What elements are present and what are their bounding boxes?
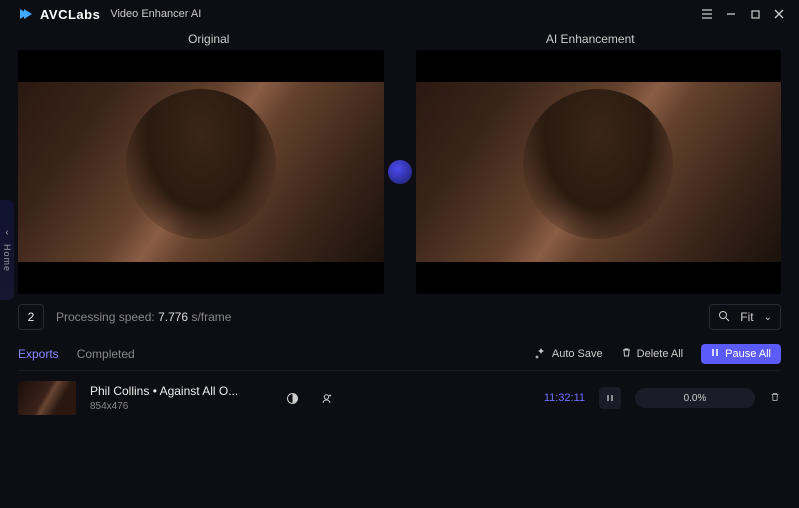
compare-header: Original AI Enhancement bbox=[18, 28, 781, 50]
export-elapsed: 11:32:11 bbox=[544, 392, 585, 404]
pause-icon bbox=[711, 348, 720, 360]
exports-tabs: Exports Completed Auto Save Delete All P… bbox=[18, 344, 781, 371]
chevron-down-icon: ⌄ bbox=[764, 312, 772, 323]
original-frame bbox=[18, 82, 384, 262]
titlebar: AVCLabs Video Enhancer AI bbox=[0, 0, 799, 28]
face-enhance-icon bbox=[318, 390, 334, 406]
tab-exports[interactable]: Exports bbox=[18, 347, 59, 361]
contrast-icon bbox=[284, 390, 300, 406]
export-progress-value: 0.0% bbox=[684, 393, 707, 404]
speed-value: 7.776 bbox=[158, 310, 188, 324]
frame-counter: 2 bbox=[18, 304, 44, 330]
delete-all-label: Delete All bbox=[637, 348, 683, 360]
minimize-button[interactable] bbox=[719, 2, 743, 26]
export-thumbnail[interactable] bbox=[18, 381, 76, 415]
export-resolution: 854x476 bbox=[90, 401, 270, 412]
compare-view bbox=[18, 50, 781, 294]
export-item: Phil Collins • Against All O... 854x476 … bbox=[18, 381, 781, 415]
speed-unit: s/frame bbox=[191, 310, 231, 324]
close-button[interactable] bbox=[767, 2, 791, 26]
zoom-mode: Fit bbox=[740, 310, 753, 324]
auto-save-button[interactable]: Auto Save bbox=[535, 347, 603, 362]
brand-name: AVCLabs bbox=[40, 7, 100, 22]
export-progress: 0.0% bbox=[635, 388, 755, 408]
original-label: Original bbox=[18, 32, 400, 46]
chevron-left-icon: ‹ bbox=[5, 227, 8, 238]
zoom-control[interactable]: Fit ⌄ bbox=[709, 304, 781, 330]
speed-label: Processing speed: bbox=[56, 310, 155, 324]
sidebar-toggle[interactable]: ‹ Home bbox=[0, 200, 14, 300]
original-panel bbox=[18, 50, 384, 294]
wand-icon bbox=[535, 347, 547, 362]
processing-speed: Processing speed: 7.776 s/frame bbox=[56, 310, 231, 324]
status-bar: 2 Processing speed: 7.776 s/frame Fit ⌄ bbox=[18, 304, 781, 330]
pause-all-button[interactable]: Pause All bbox=[701, 344, 781, 364]
export-delete-button[interactable] bbox=[769, 391, 781, 406]
maximize-button[interactable] bbox=[743, 2, 767, 26]
enhanced-frame bbox=[416, 82, 782, 262]
export-title: Phil Collins • Against All O... bbox=[90, 384, 270, 398]
auto-save-label: Auto Save bbox=[552, 348, 603, 360]
app-name: Video Enhancer AI bbox=[110, 8, 201, 20]
pause-all-label: Pause All bbox=[725, 348, 771, 360]
tab-completed[interactable]: Completed bbox=[77, 347, 135, 361]
compare-slider-handle[interactable] bbox=[388, 160, 412, 184]
export-pause-button[interactable] bbox=[599, 387, 621, 409]
sidebar-label: Home bbox=[2, 244, 12, 272]
delete-all-button[interactable]: Delete All bbox=[621, 347, 683, 361]
enhanced-panel bbox=[416, 50, 782, 294]
enhanced-label: AI Enhancement bbox=[400, 32, 782, 46]
trash-icon bbox=[621, 347, 632, 361]
menu-button[interactable] bbox=[695, 2, 719, 26]
export-meta: Phil Collins • Against All O... 854x476 bbox=[90, 384, 270, 412]
app-logo-icon bbox=[18, 6, 34, 22]
zoom-icon bbox=[718, 310, 730, 325]
